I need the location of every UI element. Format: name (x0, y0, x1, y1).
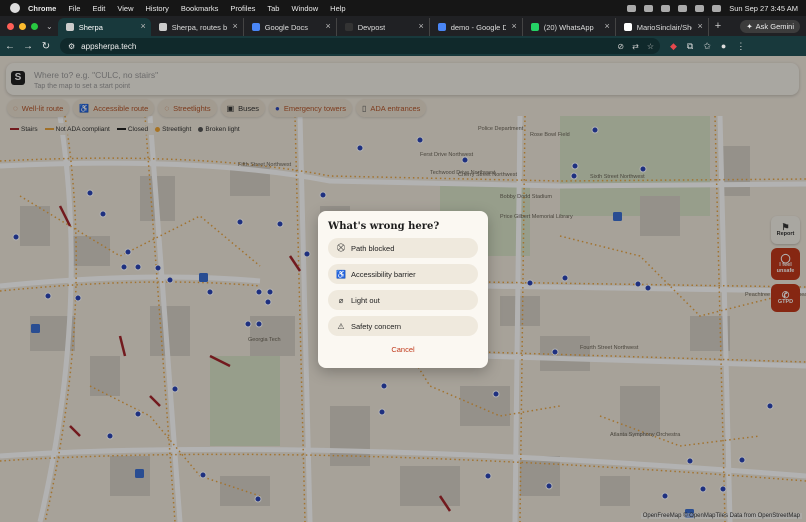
menu-edit[interactable]: Edit (92, 4, 105, 13)
reading-list-icon[interactable]: ✩ (703, 41, 711, 52)
tab-search-icon[interactable]: ⌄ (46, 22, 53, 31)
tab-google-docs[interactable]: Google Docs × (244, 18, 337, 36)
close-tab-icon[interactable]: × (140, 21, 145, 31)
kebab-menu-icon[interactable]: ⋮ (736, 41, 745, 52)
search-icon[interactable] (695, 4, 705, 12)
menu-window[interactable]: Window (291, 4, 318, 13)
option-label: Light out (351, 295, 380, 305)
close-tab-icon[interactable]: × (418, 21, 423, 31)
map-canvas[interactable]: Police Department Rose Bowl Field Price Gi… (0, 56, 806, 522)
macos-menu-bar: Chrome File Edit View History Bookmarks … (0, 0, 806, 16)
option-light-out[interactable]: ⌀ Light out (328, 290, 478, 310)
tab-strip: ⌄ Sherpa × Sherpa, routes built ar × Goo… (0, 16, 806, 36)
control-center-icon[interactable] (712, 4, 722, 12)
close-tab-icon[interactable]: × (697, 21, 702, 31)
menu-bookmarks[interactable]: Bookmarks (181, 4, 219, 13)
barrier-icon: ⛒ (336, 243, 346, 252)
docs-favicon-icon (251, 23, 260, 31)
menu-file[interactable]: File (68, 4, 80, 13)
option-safety-concern[interactable]: ⚠ Safety concern (328, 316, 478, 336)
menu-clock[interactable]: Sun Sep 27 3:45 AM (729, 4, 798, 13)
github-favicon-icon (623, 23, 632, 31)
bookmark-star-icon[interactable]: ☆ (647, 42, 654, 51)
close-tab-icon[interactable]: × (325, 21, 330, 31)
camera-off-icon[interactable]: ⊘ (617, 42, 624, 51)
warning-icon: ⚠ (337, 321, 345, 331)
omnibox-actions: ⊘ ⇄ ☆ (617, 42, 654, 51)
globe-favicon-icon (158, 23, 167, 31)
sherpa-favicon-icon (65, 23, 74, 31)
wifi-icon[interactable] (678, 4, 688, 12)
tab-demo-docs[interactable]: demo - Google Docs × (430, 18, 523, 36)
status-icon[interactable] (627, 4, 637, 12)
window-controls (7, 22, 38, 30)
url-text: appsherpa.tech (81, 41, 137, 51)
devpost-favicon-icon (344, 23, 353, 31)
back-icon[interactable]: ← (2, 41, 18, 52)
tab-label: Sherpa (78, 22, 103, 32)
menu-profiles[interactable]: Profiles (230, 4, 255, 13)
status-area: Sun Sep 27 3:45 AM (627, 4, 806, 13)
option-label: Path blocked (351, 243, 395, 253)
status-icon[interactable] (661, 4, 671, 12)
tab-label: Google Docs (264, 22, 309, 32)
option-label: Safety concern (351, 321, 402, 331)
apple-icon[interactable] (10, 3, 20, 13)
option-path-blocked[interactable]: ⛒ Path blocked (328, 238, 478, 258)
close-tab-icon[interactable]: × (511, 21, 516, 31)
address-bar[interactable]: ⚙ appsherpa.tech ⊘ ⇄ ☆ (60, 38, 660, 54)
close-window-button[interactable] (7, 22, 14, 30)
zoom-window-button[interactable] (31, 22, 38, 30)
option-accessibility-barrier[interactable]: ♿ Accessibility barrier (328, 264, 478, 284)
menu-view[interactable]: View (117, 4, 133, 13)
light-off-icon: ⌀ (338, 295, 344, 305)
menu-history[interactable]: History (146, 4, 169, 13)
minimize-window-button[interactable] (19, 22, 26, 30)
tab-label: Devpost (357, 22, 386, 32)
whatsapp-favicon-icon (530, 23, 539, 31)
cancel-button[interactable]: Cancel (318, 345, 488, 354)
ask-gemini-label: Ask Gemini (755, 21, 794, 31)
wheelchair-icon: ♿ (336, 269, 346, 279)
docs-favicon-icon (437, 23, 446, 31)
tab-label: demo - Google Docs (450, 22, 506, 32)
tab-label: Sherpa, routes built ar (171, 22, 227, 32)
ask-gemini-button[interactable]: ✦ Ask Gemini (740, 19, 800, 33)
tab-sherpa[interactable]: Sherpa × (57, 18, 151, 36)
menu-app-name[interactable]: Chrome (28, 4, 56, 13)
status-icon[interactable] (644, 4, 654, 12)
forward-icon[interactable]: → (20, 41, 36, 52)
tab-label: MarioSinclair/Sherpa (636, 22, 692, 32)
tab-github[interactable]: MarioSinclair/Sherpa × (616, 18, 709, 36)
gemini-icon: ✦ (746, 21, 753, 31)
dialog-title: What's wrong here? (328, 221, 440, 232)
menu-tab[interactable]: Tab (267, 4, 279, 13)
site-info-icon[interactable]: ⚙ (68, 42, 75, 51)
tab-devpost[interactable]: Devpost × (337, 18, 430, 36)
new-tab-button[interactable]: + (715, 20, 721, 32)
translate-icon[interactable]: ⇄ (632, 42, 639, 51)
tab-whatsapp[interactable]: (20) WhatsApp × (523, 18, 616, 36)
option-label: Accessibility barrier (351, 269, 416, 279)
close-tab-icon[interactable]: × (604, 21, 609, 31)
close-tab-icon[interactable]: × (232, 21, 237, 31)
browser-toolbar: ← → ↻ ⚙ appsherpa.tech ⊘ ⇄ ☆ ◆ ⧉ ✩ ● ⋮ (0, 36, 806, 56)
profile-avatar[interactable]: ● (721, 41, 726, 51)
reload-icon[interactable]: ↻ (38, 41, 54, 52)
report-issue-dialog: What's wrong here? ⛒ Path blocked ♿ Acce… (318, 211, 488, 368)
tab-label: (20) WhatsApp (543, 22, 594, 32)
menu-help[interactable]: Help (330, 4, 345, 13)
extensions-puzzle-icon[interactable]: ⧉ (687, 41, 693, 52)
tab-sherpa-routes[interactable]: Sherpa, routes built ar × (151, 18, 244, 36)
extension-icon[interactable]: ◆ (670, 41, 677, 52)
